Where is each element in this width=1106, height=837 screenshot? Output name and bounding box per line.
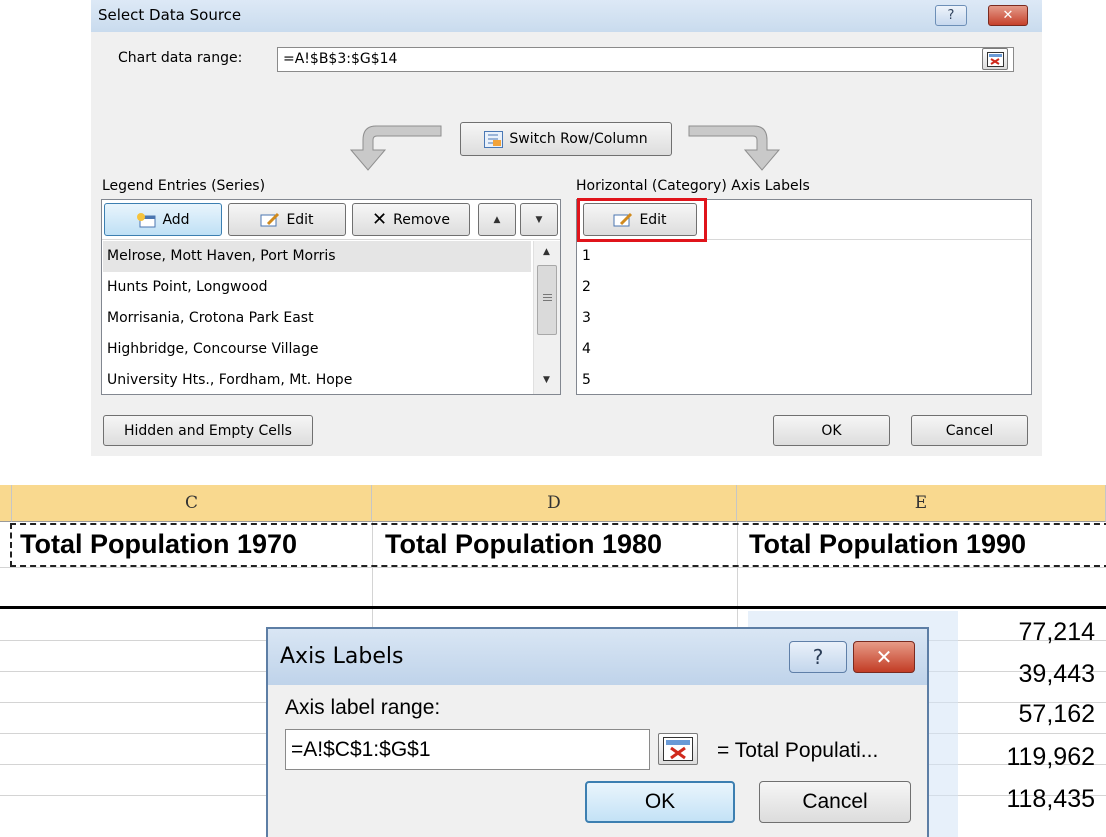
header-cell-c[interactable]: Total Population 1970 — [20, 522, 297, 567]
series-item[interactable]: Morrisania, Crotona Park East — [103, 303, 531, 334]
axis-collapse-button[interactable] — [658, 733, 698, 765]
category-item[interactable]: 5 — [578, 365, 1028, 396]
axis-help-button[interactable]: ? — [789, 641, 847, 673]
category-item[interactable]: 4 — [578, 334, 1028, 365]
curved-arrow-left-icon — [349, 125, 442, 171]
hidden-empty-cells-button[interactable]: Hidden and Empty Cells — [103, 415, 313, 446]
axis-range-label: Axis label range: — [285, 696, 441, 719]
chart-range-label: Chart data range: — [118, 50, 243, 66]
axis-ok-button[interactable]: OK — [585, 781, 735, 823]
chart-range-input[interactable]: =A!$B$3:$G$14 — [277, 47, 1014, 72]
series-item[interactable]: Highbridge, Concourse Village — [103, 334, 531, 365]
cell-value[interactable]: 57,162 — [965, 700, 1095, 729]
add-icon — [137, 212, 156, 227]
range-select-icon — [987, 52, 1004, 67]
axis-labels-panel: Edit 1 2 3 4 5 — [576, 198, 1032, 396]
category-item[interactable]: 1 — [578, 241, 1028, 272]
range-select-icon — [663, 737, 693, 761]
legend-entries-label: Legend Entries (Series) — [102, 178, 266, 194]
cell-value[interactable]: 77,214 — [965, 618, 1095, 647]
axis-toolbar: Edit — [577, 198, 1031, 242]
axis-cancel-button[interactable]: Cancel — [759, 781, 911, 823]
axis-labels-dialog: Axis Labels ? ✕ Axis label range: =A!$C$… — [266, 627, 929, 837]
scroll-thumb[interactable] — [537, 265, 557, 335]
curved-arrow-right-icon — [688, 125, 781, 171]
edit-icon — [260, 212, 280, 226]
column-header-d[interactable]: D — [372, 485, 737, 522]
close-button[interactable]: ✕ — [988, 5, 1028, 26]
edit-series-button[interactable]: Edit — [228, 203, 346, 236]
axis-close-button[interactable]: ✕ — [853, 641, 915, 673]
legend-entries-panel: Add Edit ✕ Remove ▲ ▼ Melrose, Mott Have… — [101, 199, 561, 395]
remove-icon: ✕ — [372, 209, 388, 230]
add-label: Add — [162, 211, 190, 228]
down-arrow-icon: ▼ — [535, 214, 543, 225]
header-cell-d[interactable]: Total Population 1980 — [385, 522, 662, 567]
series-item[interactable]: Melrose, Mott Haven, Port Morris — [103, 241, 531, 272]
axis-range-preview: = Total Populati... — [717, 739, 879, 762]
cell-value[interactable]: 118,435 — [965, 785, 1095, 814]
cancel-button[interactable]: Cancel — [911, 415, 1028, 446]
remove-series-button[interactable]: ✕ Remove — [352, 203, 470, 236]
move-up-button[interactable]: ▲ — [478, 203, 516, 236]
highlight-box — [577, 198, 707, 242]
axis-dialog-title: Axis Labels — [280, 644, 404, 669]
column-header-e[interactable]: E — [737, 485, 1106, 522]
series-item[interactable]: University Hts., Fordham, Mt. Hope — [103, 365, 531, 396]
dialog-titlebar: Select Data Source ? ✕ — [91, 0, 1042, 32]
dialog-title: Select Data Source — [98, 6, 242, 24]
collapse-dialog-button[interactable] — [982, 48, 1008, 70]
axis-range-input[interactable]: =A!$C$1:$G$1 — [285, 729, 650, 770]
ok-button[interactable]: OK — [773, 415, 890, 446]
cell-value[interactable]: 39,443 — [965, 660, 1095, 689]
help-button[interactable]: ? — [935, 5, 967, 26]
select-data-source-dialog: Select Data Source ? ✕ Chart data range:… — [91, 0, 1042, 456]
column-header-b[interactable] — [0, 485, 12, 522]
category-item[interactable]: 3 — [578, 303, 1028, 334]
series-scrollbar[interactable]: ▲ ▼ — [533, 241, 560, 394]
column-header-c[interactable]: C — [12, 485, 372, 522]
edit-label: Edit — [286, 211, 314, 228]
add-series-button[interactable]: Add — [104, 203, 222, 236]
switch-icon — [484, 130, 504, 148]
header-cell-e[interactable]: Total Population 1990 — [749, 522, 1026, 567]
scroll-down-icon[interactable]: ▼ — [543, 375, 550, 385]
up-arrow-icon: ▲ — [493, 214, 501, 225]
axis-dialog-titlebar: Axis Labels ? ✕ — [268, 629, 927, 685]
scroll-up-icon[interactable]: ▲ — [543, 247, 550, 257]
category-item[interactable]: 2 — [578, 272, 1028, 303]
move-down-button[interactable]: ▼ — [520, 203, 558, 236]
series-toolbar: Add Edit ✕ Remove ▲ ▼ — [102, 200, 560, 240]
remove-label: Remove — [393, 211, 450, 228]
cell-value[interactable]: 119,962 — [965, 743, 1095, 772]
axis-labels-section-label: Horizontal (Category) Axis Labels — [576, 178, 810, 194]
switch-label: Switch Row/Column — [509, 131, 648, 147]
switch-row-column-button[interactable]: Switch Row/Column — [460, 122, 672, 156]
series-item[interactable]: Hunts Point, Longwood — [103, 272, 531, 303]
